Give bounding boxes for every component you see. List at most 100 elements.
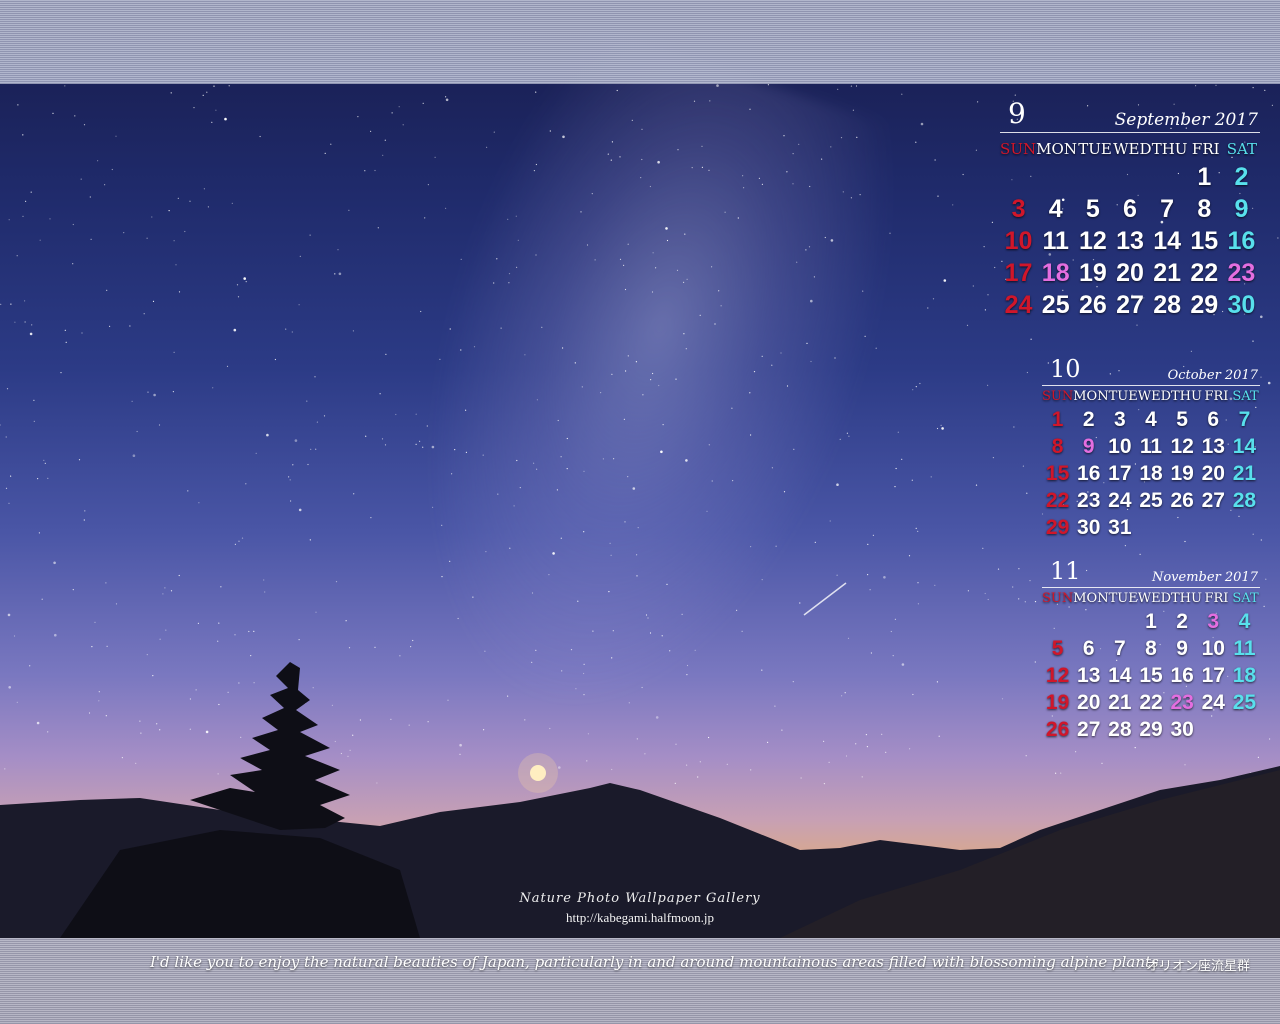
star [823, 740, 825, 743]
star [781, 729, 783, 731]
calendar-september: 9 September 2017 SUN MON TUE WED THU FRI SAT 1… [1000, 97, 1260, 321]
star [431, 445, 435, 449]
star [207, 206, 209, 208]
calendar-day: 18 [1139, 462, 1163, 485]
calendar-day: 28 [1153, 291, 1182, 319]
star [187, 490, 189, 492]
star [109, 325, 111, 327]
star [808, 246, 811, 248]
calendar-day: 10 [1201, 637, 1225, 660]
star [508, 282, 510, 284]
star [460, 349, 462, 351]
star [37, 478, 39, 480]
calendar-day: 26 [1045, 718, 1070, 741]
star [382, 154, 384, 156]
star [897, 431, 899, 433]
star [10, 475, 12, 477]
star [1075, 751, 1077, 753]
star [642, 394, 644, 396]
star [159, 729, 161, 731]
star [255, 452, 257, 454]
star [566, 468, 568, 470]
star [352, 330, 354, 332]
star [316, 421, 318, 423]
star [359, 719, 361, 721]
star [1030, 338, 1032, 340]
star [934, 584, 936, 587]
star [683, 333, 685, 335]
star [566, 437, 568, 440]
star [591, 193, 593, 195]
star [665, 227, 668, 230]
star [685, 459, 688, 462]
calendar-day [1167, 514, 1198, 541]
star [870, 652, 873, 654]
star [1264, 89, 1266, 91]
star [334, 273, 336, 275]
star [836, 483, 839, 487]
star [758, 177, 761, 179]
star [228, 85, 230, 87]
star [930, 476, 932, 478]
star [635, 361, 638, 363]
star [915, 141, 917, 143]
star [915, 527, 917, 530]
calendar-day: 26 [1078, 291, 1107, 319]
star [994, 266, 996, 269]
star [315, 448, 317, 450]
calendar-header: 10 October 2017 [1042, 355, 1260, 386]
star [583, 694, 585, 696]
star [987, 598, 989, 601]
star [792, 153, 794, 155]
star [761, 669, 763, 671]
star [88, 712, 91, 714]
star [0, 303, 2, 305]
star [841, 695, 843, 697]
star [482, 454, 484, 456]
star [459, 743, 462, 747]
star [384, 139, 386, 141]
calendar-day: 14 [1232, 435, 1257, 458]
star [962, 173, 964, 176]
star [583, 470, 585, 472]
calendar-day: 25 [1232, 691, 1257, 714]
star [441, 524, 443, 526]
star [984, 592, 986, 595]
star [64, 85, 66, 87]
weekday-tue: TUE [1108, 591, 1138, 606]
star [583, 663, 585, 666]
calendar-day: 22 [1139, 691, 1163, 714]
month-number: 9 [1008, 97, 1026, 130]
star [562, 135, 565, 139]
calendar-day: 14 [1108, 664, 1132, 687]
star [917, 530, 919, 533]
star [288, 476, 290, 478]
star [709, 100, 711, 102]
star [927, 307, 929, 309]
star [830, 146, 832, 148]
star [872, 534, 875, 536]
star [966, 324, 969, 326]
star [395, 413, 397, 416]
calendar-day: 18 [1041, 259, 1070, 287]
star [234, 634, 236, 636]
weekday-thu: THU [1151, 140, 1188, 158]
calendar-day: 1 [1145, 610, 1157, 633]
star [839, 438, 841, 440]
calendar-day: 27 [1077, 718, 1101, 741]
star [684, 233, 686, 235]
star [129, 325, 131, 327]
star [809, 185, 811, 188]
weekday-fri: FRI [1191, 140, 1220, 158]
star [454, 449, 456, 451]
star [649, 185, 652, 188]
meteor [803, 582, 847, 616]
star [761, 579, 763, 581]
star [594, 259, 596, 261]
star [823, 783, 826, 785]
star [352, 734, 354, 736]
calendar-day: 25 [1139, 489, 1163, 512]
star [0, 424, 1, 426]
star [234, 543, 236, 545]
star [699, 761, 701, 763]
